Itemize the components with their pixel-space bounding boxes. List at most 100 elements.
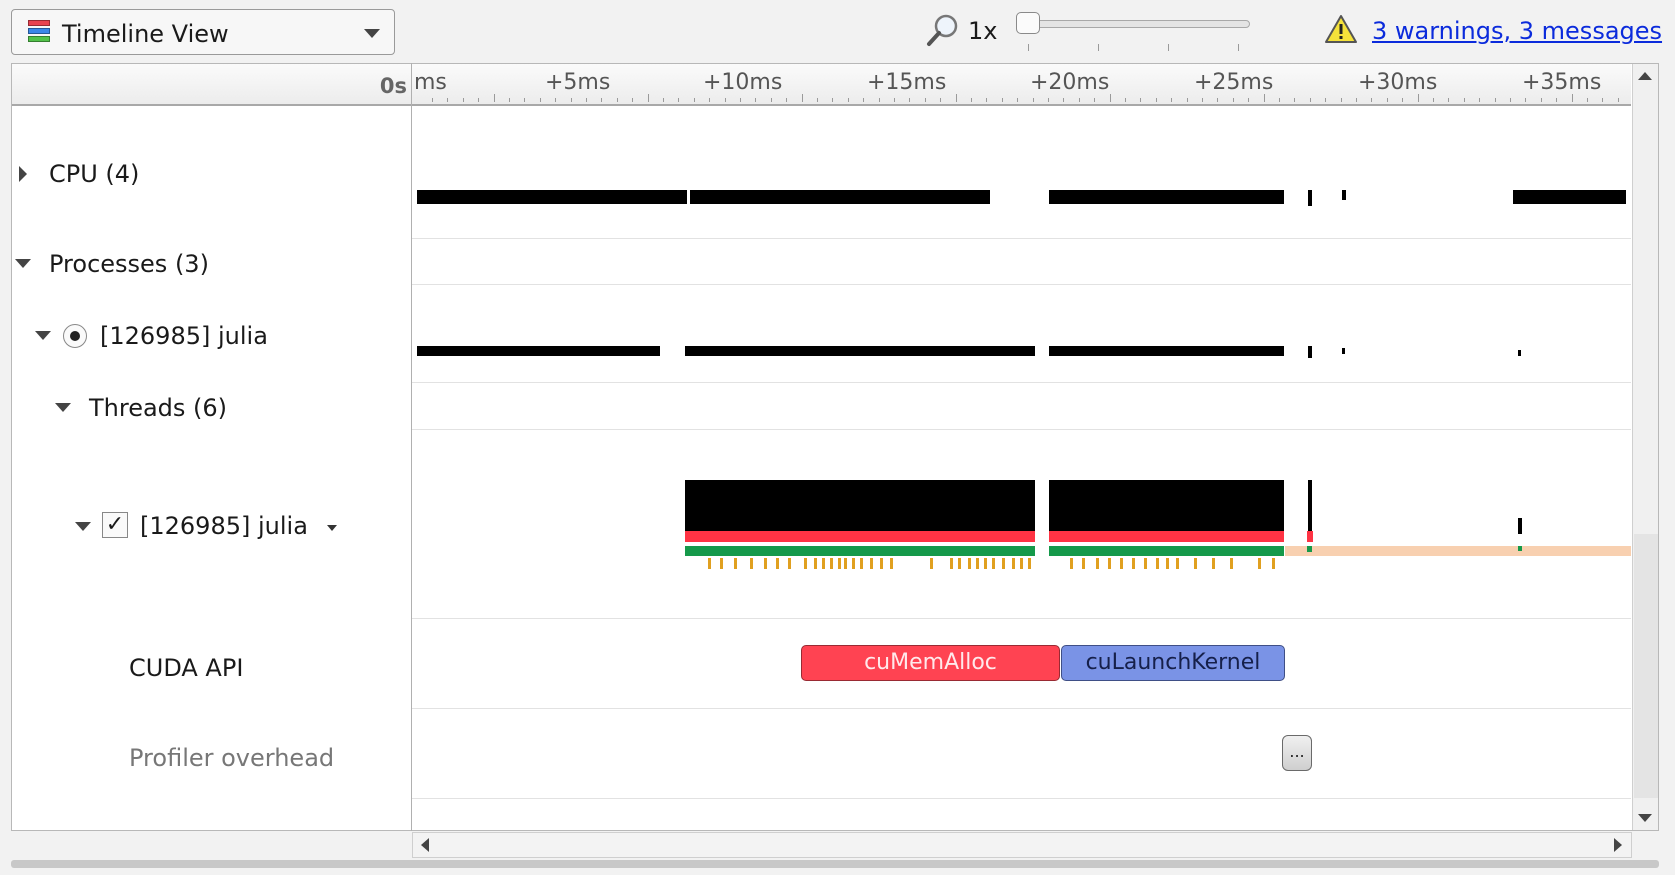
- os-runtime-marker: [976, 558, 979, 569]
- ruler-tick: [1618, 98, 1619, 102]
- os-runtime-marker: [822, 558, 825, 569]
- os-runtime-marker: [804, 558, 807, 569]
- ruler-tick: [1140, 98, 1141, 102]
- cpu-activity-block: [417, 190, 687, 204]
- ruler-tick: [1479, 98, 1480, 102]
- os-runtime-marker: [814, 558, 817, 569]
- ruler-tick: [1433, 98, 1434, 102]
- cpu-activity-block: [690, 190, 990, 204]
- os-runtime-marker: [1230, 558, 1233, 569]
- timeline-tracks[interactable]: cuMemAlloc cuLaunchKernel ...: [412, 106, 1631, 830]
- thread-activity-block: [1518, 518, 1522, 534]
- expand-cpu-icon[interactable]: [19, 166, 27, 182]
- time-ruler[interactable]: ms +5ms +10ms +15ms +20ms +25ms +30ms +3…: [412, 64, 1631, 106]
- warning-icon: [1325, 15, 1357, 43]
- thread-menu-caret-icon[interactable]: [327, 525, 337, 531]
- timeline-view-label: Timeline View: [62, 20, 229, 48]
- ruler-tick: [802, 94, 803, 102]
- thread-green-band: [1049, 546, 1284, 556]
- magnifier-icon: [927, 14, 958, 46]
- profiler-overhead-more-button[interactable]: ...: [1282, 735, 1312, 771]
- ruler-tick: [447, 98, 448, 102]
- collapse-threads-icon[interactable]: [55, 403, 71, 412]
- os-runtime-marker: [1002, 558, 1005, 569]
- tree-item-profiler-overhead[interactable]: Profiler overhead: [129, 744, 334, 772]
- ruler-tick: [694, 98, 695, 102]
- os-runtime-marker: [870, 558, 873, 569]
- collapse-process-icon[interactable]: [35, 331, 51, 340]
- ruler-tick: [709, 98, 710, 102]
- ruler-tick: [601, 98, 602, 102]
- os-runtime-marker: [890, 558, 893, 569]
- ruler-tick: [1017, 98, 1018, 102]
- ruler-zero-label: 0s: [379, 74, 407, 98]
- os-runtime-marker: [1194, 558, 1197, 569]
- collapse-processes-icon[interactable]: [15, 259, 31, 268]
- os-runtime-marker: [776, 558, 779, 569]
- collapse-thread-icon[interactable]: [75, 522, 91, 531]
- ruler-tick: [1002, 98, 1003, 102]
- process-activity-block: [1308, 346, 1312, 358]
- tree-item-processes[interactable]: Processes (3): [49, 250, 209, 278]
- thread-running-band: [685, 531, 1035, 542]
- horizontal-scrollbar[interactable]: [412, 832, 1632, 858]
- row-separator: [412, 429, 1631, 430]
- warnings-messages-link[interactable]: 3 warnings, 3 messages: [1372, 17, 1662, 45]
- scroll-right-icon[interactable]: [1614, 838, 1622, 852]
- os-runtime-marker: [984, 558, 987, 569]
- ruler-tick: [832, 98, 833, 102]
- os-runtime-marker: [838, 558, 841, 569]
- ruler-tick: [524, 98, 525, 102]
- row-separator: [412, 798, 1631, 799]
- ruler-tick: [432, 98, 433, 102]
- tree-item-cpu[interactable]: CPU (4): [49, 160, 139, 188]
- os-runtime-marker: [852, 558, 855, 569]
- zoom-slider-track[interactable]: [1028, 20, 1250, 28]
- ruler-tick: [1063, 98, 1064, 102]
- ruler-tick: [1033, 98, 1034, 102]
- process-activity-block: [685, 346, 1035, 356]
- ruler-tick: [1356, 98, 1357, 102]
- tree-item-threads[interactable]: Threads (6): [89, 394, 227, 422]
- os-runtime-marker: [764, 558, 767, 569]
- cu-launch-kernel-event[interactable]: cuLaunchKernel: [1061, 645, 1285, 681]
- ruler-tick: [879, 98, 880, 102]
- scroll-left-icon[interactable]: [421, 838, 429, 852]
- thread-checkbox[interactable]: ✓: [102, 512, 128, 538]
- ruler-label: +35ms: [1522, 70, 1602, 95]
- vertical-scrollbar[interactable]: [1632, 64, 1658, 830]
- os-runtime-marker: [1156, 558, 1159, 569]
- process-activity-block: [1049, 346, 1284, 356]
- thread-green-band: [1307, 546, 1312, 552]
- cu-mem-alloc-event[interactable]: cuMemAlloc: [801, 645, 1060, 681]
- row-separator: [412, 284, 1631, 285]
- os-runtime-marker: [860, 558, 863, 569]
- zoom-slider[interactable]: [1016, 10, 1252, 54]
- vertical-scroll-thumb[interactable]: [1634, 534, 1658, 798]
- ruler-label: +5ms: [545, 70, 611, 95]
- os-runtime-marker: [950, 558, 953, 569]
- ruler-tick: [1371, 98, 1372, 102]
- ruler-tick: [1525, 98, 1526, 102]
- ruler-tick: [986, 98, 987, 102]
- os-runtime-marker: [750, 558, 753, 569]
- ruler-tick: [1556, 98, 1557, 102]
- ruler-tick: [1094, 98, 1095, 102]
- ruler-tick: [1171, 98, 1172, 102]
- process-radio-icon[interactable]: [63, 324, 87, 348]
- bottom-splitter[interactable]: [11, 860, 1659, 868]
- os-runtime-marker: [880, 558, 883, 569]
- tree-item-cuda-api[interactable]: CUDA API: [129, 654, 243, 682]
- timeline-view-dropdown[interactable]: Timeline View: [11, 9, 395, 55]
- ruler-tick: [1279, 98, 1280, 102]
- ruler-tick: [1387, 98, 1388, 102]
- scroll-up-icon[interactable]: [1638, 72, 1652, 80]
- tree-item-process[interactable]: [126985] julia: [100, 322, 268, 350]
- scroll-down-icon[interactable]: [1638, 814, 1652, 822]
- zoom-slider-handle[interactable]: [1016, 12, 1040, 34]
- tree-item-thread[interactable]: [126985] julia: [140, 512, 308, 540]
- ruler-label: +15ms: [867, 70, 947, 95]
- os-runtime-marker: [1132, 558, 1135, 569]
- ruler-tick: [940, 98, 941, 102]
- ruler-tick: [1125, 98, 1126, 102]
